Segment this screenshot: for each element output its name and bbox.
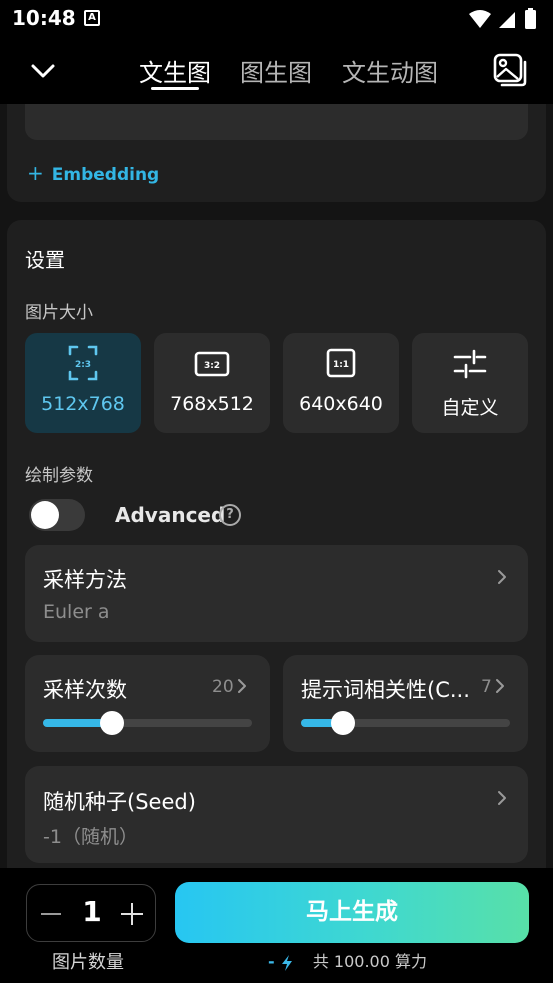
steps-slider[interactable] [43, 711, 252, 735]
help-icon[interactable]: ? [219, 504, 241, 526]
notification-icon: A [84, 10, 100, 26]
sampler-card[interactable]: 采样方法 Euler a [25, 545, 528, 642]
ratio-text: 3:2 [204, 361, 220, 371]
seed-card[interactable]: 随机种子(Seed) -1（随机） [25, 766, 528, 863]
ratio-text: 2:3 [75, 360, 91, 370]
cfg-scale-card[interactable]: 提示词相关性(C... 7 [283, 655, 528, 752]
cost-text: 共 100.00 算力 [312, 952, 427, 971]
wifi-icon [469, 10, 491, 28]
chevron-down-icon[interactable] [26, 54, 60, 88]
prompt-input[interactable] [25, 104, 528, 140]
settings-title: 设置 [25, 248, 65, 272]
steps-slider-thumb[interactable] [99, 711, 124, 735]
cfg-value: 7 [481, 677, 492, 697]
add-embedding-button[interactable]: + Embedding [27, 161, 159, 185]
advanced-label: Advanced [115, 503, 226, 527]
size-option-label: 512x768 [41, 393, 125, 415]
chevron-right-icon [493, 678, 507, 693]
minus-button[interactable] [41, 913, 61, 915]
size-option-640x640[interactable]: 1:1 640x640 [283, 333, 399, 433]
content-scroll-area[interactable]: + Embedding 设置 图片大小 2:3 512x768 3:2 768x5… [0, 104, 553, 868]
tab-text-to-image[interactable]: 文生图 [139, 53, 211, 88]
status-icons [469, 8, 536, 29]
active-tab-indicator [151, 87, 199, 90]
bolt-icon [281, 954, 292, 971]
settings-card: 设置 图片大小 2:3 512x768 3:2 768x512 1:1 640x… [7, 220, 546, 868]
seed-title: 随机种子(Seed) [43, 790, 196, 814]
cfg-slider-thumb[interactable] [330, 711, 355, 735]
size-option-label: 自定义 [441, 397, 499, 419]
cost-prefix: - [268, 952, 275, 971]
aspect-ratio-icon: 3:2 [194, 351, 230, 377]
quantity-value: 1 [82, 895, 102, 928]
sliders-icon [453, 349, 487, 379]
sampler-title: 采样方法 [43, 568, 127, 592]
status-bar: 10:48 A [0, 0, 553, 38]
chevron-right-icon [495, 569, 509, 584]
top-navigation: 文生图 图生图 文生动图 [0, 38, 553, 104]
draw-params-label: 绘制参数 [25, 466, 93, 486]
seed-value: -1（随机） [43, 826, 138, 848]
plus-icon: + [27, 161, 44, 185]
signal-icon [499, 12, 515, 28]
status-time: 10:48 [12, 6, 76, 30]
toggle-knob [31, 501, 59, 529]
generate-button[interactable]: 马上生成 [175, 882, 529, 943]
aspect-ratio-icon: 2:3 [68, 345, 98, 381]
size-option-custom[interactable]: 自定义 [412, 333, 528, 433]
bottom-bar: 1 图片数量 马上生成 - 共 100.00 算力 [0, 868, 553, 983]
size-option-768x512[interactable]: 3:2 768x512 [154, 333, 270, 433]
cfg-slider[interactable] [301, 711, 510, 735]
image-size-label: 图片大小 [25, 303, 93, 323]
aspect-ratio-icon: 1:1 [326, 348, 356, 378]
gallery-icon[interactable] [492, 52, 528, 88]
size-option-512x768[interactable]: 2:3 512x768 [25, 333, 141, 433]
steps-value: 20 [212, 677, 234, 697]
tab-image-to-image[interactable]: 图生图 [240, 53, 312, 88]
sampler-value: Euler a [43, 601, 110, 623]
tab-text-to-animation[interactable]: 文生动图 [342, 53, 438, 88]
prompt-card: + Embedding [7, 104, 546, 202]
quantity-stepper[interactable]: 1 [26, 884, 156, 942]
sampling-steps-card[interactable]: 采样次数 20 [25, 655, 270, 752]
chevron-right-icon [235, 678, 249, 693]
ratio-text: 1:1 [333, 360, 349, 370]
battery-icon [525, 10, 536, 29]
plus-button[interactable] [121, 903, 143, 925]
chevron-right-icon [495, 790, 509, 805]
quantity-label: 图片数量 [52, 952, 124, 973]
size-option-label: 768x512 [170, 393, 254, 415]
cfg-title: 提示词相关性(C... [301, 678, 470, 702]
cost-info: - 共 100.00 算力 [268, 948, 427, 972]
embedding-label: Embedding [51, 165, 160, 185]
steps-title: 采样次数 [43, 678, 127, 702]
advanced-toggle[interactable] [29, 499, 85, 531]
size-option-label: 640x640 [299, 393, 383, 415]
